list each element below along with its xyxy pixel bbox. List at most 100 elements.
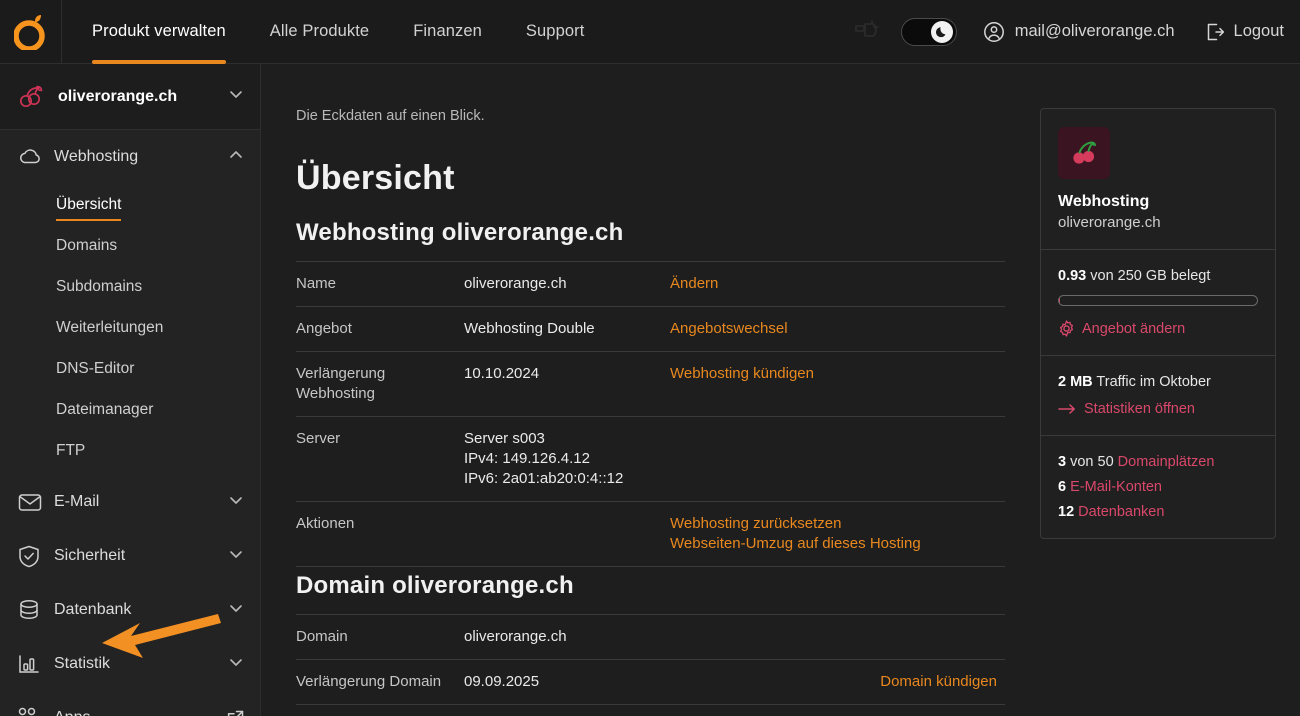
table-row: Verlängerung Webhosting 10.10.2024 Webho… <box>296 351 1005 417</box>
account-menu[interactable]: mail@oliverorange.ch <box>983 21 1175 43</box>
nav-item-finanzen[interactable]: Finanzen <box>413 0 482 64</box>
sidebar-group-header-datenbank[interactable]: Datenbank <box>0 583 260 637</box>
row-value: oliverorange.ch <box>464 275 567 292</box>
nav-label: Finanzen <box>413 22 482 40</box>
sidebar-group-header-apps[interactable]: Apps <box>0 691 260 716</box>
row-value <box>464 502 670 567</box>
action-link-domain-kuendigen[interactable]: Domain kündigen <box>670 672 997 692</box>
action-link-aendern[interactable]: Ändern <box>670 274 1005 294</box>
traffic-rest: Traffic im Oktober <box>1092 374 1211 390</box>
chevron-down-icon <box>228 546 244 567</box>
row-value: oliverorange.ch <box>464 628 567 645</box>
row-key: Server <box>296 430 341 447</box>
card-quota-section: 0.93 von 250 GB belegt Angebot ändern <box>1041 249 1275 355</box>
section-title: Webhosting oliverorange.ch <box>296 219 624 246</box>
section-title: Domain oliverorange.ch <box>296 572 574 599</box>
action-link-webseiten-umzug[interactable]: Webseiten-Umzug auf dieses Hosting <box>670 534 1005 554</box>
count-link-email-konten[interactable]: E-Mail-Konten <box>1070 479 1162 495</box>
sidebar-group-label: Statistik <box>54 655 111 672</box>
chevron-up-icon <box>228 147 244 168</box>
account-email: mail@oliverorange.ch <box>1014 22 1175 40</box>
external-link-icon <box>227 710 244 716</box>
sidebar-item-dateimanager[interactable]: Dateimanager <box>0 389 260 430</box>
apps-grid-plus-icon <box>18 707 54 716</box>
shopping-cart-icon[interactable] <box>849 17 885 47</box>
open-statistics-label: Statistiken öffnen <box>1084 401 1195 417</box>
chevron-down-icon <box>228 492 244 513</box>
sidebar-group-header-statistik[interactable]: Statistik <box>0 637 260 691</box>
sidebar-item-label: Übersicht <box>56 195 122 221</box>
quota-progress-bar <box>1058 295 1258 306</box>
top-navigation-bar: Produkt verwalten Alle Produkte Finanzen… <box>0 0 1300 64</box>
card-product-section: Webhosting oliverorange.ch <box>1041 109 1275 249</box>
site-switcher[interactable]: oliverorange.ch <box>0 64 260 130</box>
sidebar-item-weiterleitungen[interactable]: Weiterleitungen <box>0 307 260 348</box>
table-row: Domain oliverorange.ch <box>296 614 1005 660</box>
count-link-datenbanken[interactable]: Datenbanken <box>1078 504 1164 520</box>
card-product-domain: oliverorange.ch <box>1058 214 1161 231</box>
row-actions <box>670 615 1005 660</box>
arrow-right-icon <box>1058 404 1075 414</box>
count-mid: von 50 <box>1066 454 1118 470</box>
change-offer-label: Angebot ändern <box>1082 320 1186 337</box>
row-key: Verlängerung Webhosting <box>296 365 386 402</box>
sidebar-item-dns-editor[interactable]: DNS-Editor <box>0 348 260 389</box>
sidebar-group-header-email[interactable]: E-Mail <box>0 475 260 529</box>
nav-item-produkt-verwalten[interactable]: Produkt verwalten <box>92 0 226 64</box>
traffic-amount: 2 MB <box>1058 374 1093 390</box>
sidebar-item-label: Domains <box>56 236 118 254</box>
row-actions: Webhosting kündigen <box>670 352 1005 417</box>
sidebar-item-ftp[interactable]: FTP <box>0 430 260 471</box>
row-actions: Ändern <box>670 262 1005 307</box>
action-link-angebotswechsel[interactable]: Angebotswechsel <box>670 319 1005 339</box>
site-switcher-label: oliverorange.ch <box>58 87 178 105</box>
row-value: Server s003 IPv4: 149.126.4.12 IPv6: 2a0… <box>464 417 670 502</box>
shield-check-icon <box>18 545 54 568</box>
nav-item-support[interactable]: Support <box>526 0 585 64</box>
sidebar-item-domains[interactable]: Domains <box>0 225 260 266</box>
action-link-webhosting-kuendigen[interactable]: Webhosting kündigen <box>670 364 1005 384</box>
server-ipv6: IPv6: 2a01:ab20:0:4::12 <box>464 470 624 487</box>
brand-logo[interactable] <box>0 0 62 64</box>
table-row: Angebot Webhosting Double Angebotswechse… <box>296 306 1005 352</box>
change-offer-link[interactable]: Angebot ändern <box>1058 320 1258 337</box>
domain-detail-table: Domain oliverorange.ch Verlängerung Doma… <box>296 614 1005 705</box>
nav-item-alle-produkte[interactable]: Alle Produkte <box>270 0 369 64</box>
sidebar-item-label: DNS-Editor <box>56 359 135 377</box>
row-key: Domain <box>296 628 348 645</box>
card-product-name: Webhosting <box>1058 193 1150 210</box>
dark-mode-toggle[interactable] <box>900 17 957 46</box>
chevron-down-icon <box>228 600 244 621</box>
count-domainplaetze: 3 von 50 Domainplätzen <box>1058 454 1258 470</box>
page-title: Übersicht <box>296 159 455 197</box>
cloud-icon <box>18 148 54 166</box>
bar-chart-icon <box>18 654 54 674</box>
table-row: Name oliverorange.ch Ändern <box>296 261 1005 307</box>
quota-rest: von 250 GB belegt <box>1086 268 1211 284</box>
nav-label: Alle Produkte <box>269 22 370 40</box>
count-link-domainplaetzen[interactable]: Domainplätzen <box>1118 454 1215 470</box>
sidebar-item-label: Weiterleitungen <box>56 318 164 336</box>
webhosting-detail-table: Name oliverorange.ch Ändern Angebot Webh… <box>296 261 1005 567</box>
sidebar-item-uebersicht[interactable]: Übersicht <box>0 184 260 225</box>
logout-button[interactable]: Logout <box>1205 22 1284 42</box>
row-value: 09.09.2025 <box>464 673 540 690</box>
top-bar-right-cluster: mail@oliverorange.ch Logout <box>849 17 1300 47</box>
row-actions: Webhosting zurücksetzen Webseiten-Umzug … <box>670 502 1005 567</box>
sidebar-group-header-sicherheit[interactable]: Sicherheit <box>0 529 260 583</box>
row-actions: Domain kündigen <box>670 660 1005 705</box>
row-key: Angebot <box>296 320 352 337</box>
sidebar-item-subdomains[interactable]: Subdomains <box>0 266 260 307</box>
sidebar-group-header-webhosting[interactable]: Webhosting <box>0 130 260 184</box>
user-circle-icon <box>983 21 1004 42</box>
server-name: Server s003 <box>464 430 545 447</box>
sidebar-group-webhosting: Webhosting Übersicht Domains Subdomains … <box>0 130 260 471</box>
orange-logo-icon <box>13 14 45 50</box>
section-domain: Domain oliverorange.ch Domain oliveroran… <box>296 572 1005 705</box>
sidebar-group-label: E-Mail <box>54 493 100 510</box>
row-key: Verlängerung Domain <box>296 673 442 690</box>
database-icon <box>18 599 54 621</box>
table-row: Server Server s003 IPv4: 149.126.4.12 IP… <box>296 416 1005 502</box>
open-statistics-link[interactable]: Statistiken öffnen <box>1058 401 1258 417</box>
action-link-webhosting-zuruecksetzen[interactable]: Webhosting zurücksetzen <box>670 514 1005 534</box>
